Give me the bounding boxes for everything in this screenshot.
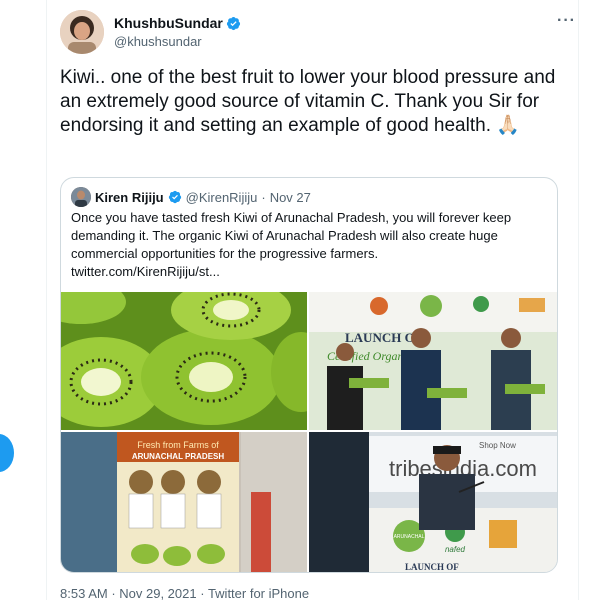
logo-nafed-text: nafed (445, 545, 466, 554)
more-options-icon[interactable]: ··· (557, 12, 576, 30)
quoted-handle: @KirenRijiju (185, 189, 258, 205)
kiwi-photo (61, 292, 307, 430)
kiwi-box-photo: Fresh from Farms of ARUNACHAL PRADESH (61, 432, 307, 572)
footer-date[interactable]: Nov 29, 2021 (119, 586, 196, 601)
quoted-date: Nov 27 (269, 189, 311, 205)
display-name[interactable]: KhushbuSundar (114, 15, 223, 31)
avatar-image (60, 10, 104, 54)
banner-bottom-text: LAUNCH OF (405, 562, 459, 572)
media-kiwi-box[interactable]: Fresh from Farms of ARUNACHAL PRADESH (61, 432, 307, 572)
launch-photo: LAUNCH OF Certified Organic (309, 292, 557, 430)
box-line2-text: ARUNACHAL PRADESH (132, 452, 225, 461)
media-kiwi-slices[interactable] (61, 292, 307, 430)
box-line1-text: Fresh from Farms of (137, 440, 219, 450)
tweet-header: KhushbuSundar @khushsundar ··· (60, 10, 580, 58)
column-border-left (46, 0, 47, 600)
quoted-link: twitter.com/KirenRijiju/st... (71, 264, 220, 279)
verified-badge-icon (168, 190, 181, 204)
column-border-right (578, 0, 579, 600)
footer-sep-1: · (107, 586, 120, 601)
quoted-tweet-text: Once you have tasted fresh Kiwi of Aruna… (71, 209, 547, 281)
quoted-avatar-image (71, 187, 91, 207)
footer-source[interactable]: Twitter for iPhone (208, 586, 309, 601)
quoted-body: Once you have tasted fresh Kiwi of Aruna… (71, 210, 512, 261)
quoted-tweet-header: Kiren Rijiju @KirenRijiju · Nov 27 (71, 187, 311, 207)
tweet-text: Kiwi.. one of the best fruit to lower yo… (60, 67, 556, 136)
name-row: KhushbuSundar (114, 15, 241, 31)
verified-badge-icon (226, 16, 240, 30)
speech-photo: Shop Now tribesindia.com ARUNACHAL nafed… (309, 432, 557, 572)
media-minister-speaking[interactable]: Shop Now tribesindia.com ARUNACHAL nafed… (309, 432, 557, 572)
handle[interactable]: @khushsundar (114, 34, 202, 49)
footer-sep-2: · (196, 586, 208, 601)
avatar[interactable] (60, 10, 104, 54)
quoted-tweet[interactable]: Kiren Rijiju @KirenRijiju · Nov 27 Once … (60, 177, 558, 573)
left-rail (0, 0, 46, 600)
quoted-separator: · (261, 189, 266, 205)
tweet-footer: 8:53 AM · Nov 29, 2021 · Twitter for iPh… (60, 586, 309, 601)
logo-arunachal-text: ARUNACHAL (394, 534, 425, 540)
media-grid: LAUNCH OF Certified Organic Fresh from F… (61, 292, 557, 572)
store-sign-top-text: Shop Now (479, 441, 516, 450)
quoted-display-name: Kiren Rijiju (95, 189, 164, 205)
footer-time[interactable]: 8:53 AM (60, 586, 108, 601)
quoted-avatar (71, 187, 91, 207)
media-launch-event[interactable]: LAUNCH OF Certified Organic (309, 292, 557, 430)
